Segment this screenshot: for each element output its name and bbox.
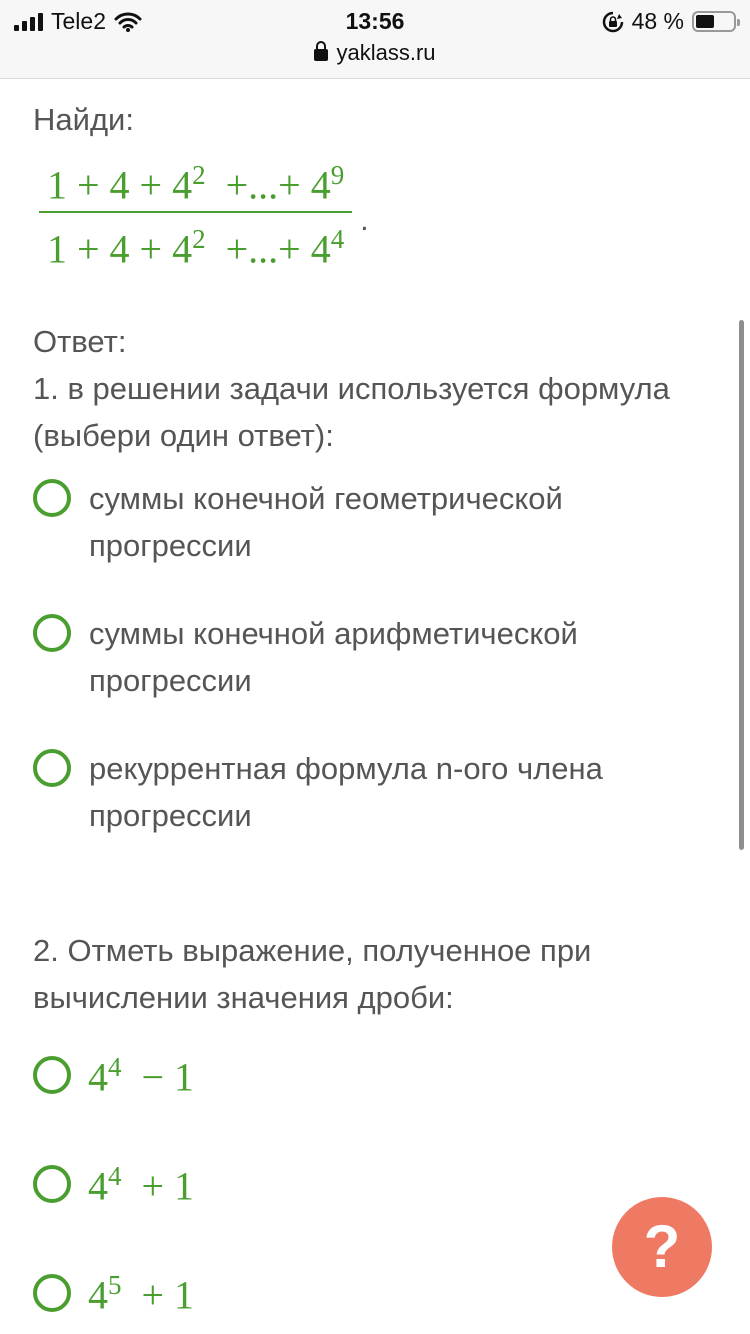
status-right-group: 48 % <box>602 8 740 35</box>
radio-button[interactable] <box>33 748 71 787</box>
radio-button[interactable] <box>33 478 71 517</box>
option-expression[interactable]: 44 − 1 <box>88 1044 194 1100</box>
option-label[interactable]: рекуррентная формула n-ого члена прогрес… <box>89 745 649 839</box>
fraction-denominator: 1 + 4 + 42 +...+ 44 <box>47 224 345 272</box>
option-expression[interactable]: 45 + 1 <box>88 1262 194 1318</box>
answer-label: Ответ: <box>33 323 127 359</box>
status-bar: Tele2 13:56 48 % <box>0 6 750 36</box>
radio-button[interactable] <box>33 1164 71 1203</box>
option-expression[interactable]: 44 + 1 <box>88 1153 194 1209</box>
radio-option[interactable]: 45 + 1 <box>33 1261 713 1321</box>
radio-button[interactable] <box>33 613 71 652</box>
question-1-text: 1. в решении задачи используется формула… <box>33 370 670 453</box>
radio-option[interactable]: 44 − 1 <box>33 1043 713 1103</box>
battery-percent: 48 % <box>631 8 684 34</box>
question-2-text: 2. Отметь выражение, полученное при вычи… <box>33 932 592 1015</box>
scrollbar[interactable] <box>739 320 744 850</box>
question-2-options: 44 − 1 44 + 1 45 + 1 <box>33 1043 713 1321</box>
radio-option[interactable]: суммы конечной арифметической прогрессии <box>33 610 713 704</box>
battery-icon <box>692 11 740 32</box>
address-bar[interactable]: yaklass.ru <box>0 40 750 66</box>
radio-button[interactable] <box>33 1055 71 1094</box>
url-text: yaklass.ru <box>336 40 436 65</box>
help-button[interactable]: ? <box>612 1197 712 1297</box>
task-prompt: Найди: <box>33 102 134 137</box>
fraction-period: . <box>360 203 369 237</box>
radio-option[interactable]: 44 + 1 <box>33 1152 713 1212</box>
browser-top-bar: Tele2 13:56 48 % yaklass.ru <box>0 0 750 79</box>
radio-button[interactable] <box>33 1273 71 1312</box>
radio-option[interactable]: рекуррентная формула n-ого члена прогрес… <box>33 745 713 839</box>
option-label[interactable]: суммы конечной геометрической прогрессии <box>89 475 649 569</box>
task-fraction: 1 + 4 + 42 +...+ 49 1 + 4 + 42 +...+ 44 … <box>33 143 713 276</box>
fraction-numerator: 1 + 4 + 42 +...+ 49 <box>47 160 345 208</box>
rotation-lock-icon <box>602 11 623 32</box>
lock-icon <box>314 41 329 61</box>
radio-option[interactable]: суммы конечной геометрической прогрессии <box>33 475 713 569</box>
option-label[interactable]: суммы конечной арифметической прогрессии <box>89 610 649 704</box>
question-1-options: суммы конечной геометрической прогрессии… <box>33 475 713 839</box>
task-content: Найди: 1 + 4 + 42 +...+ 49 1 + 4 + 42 +.… <box>33 96 713 1334</box>
